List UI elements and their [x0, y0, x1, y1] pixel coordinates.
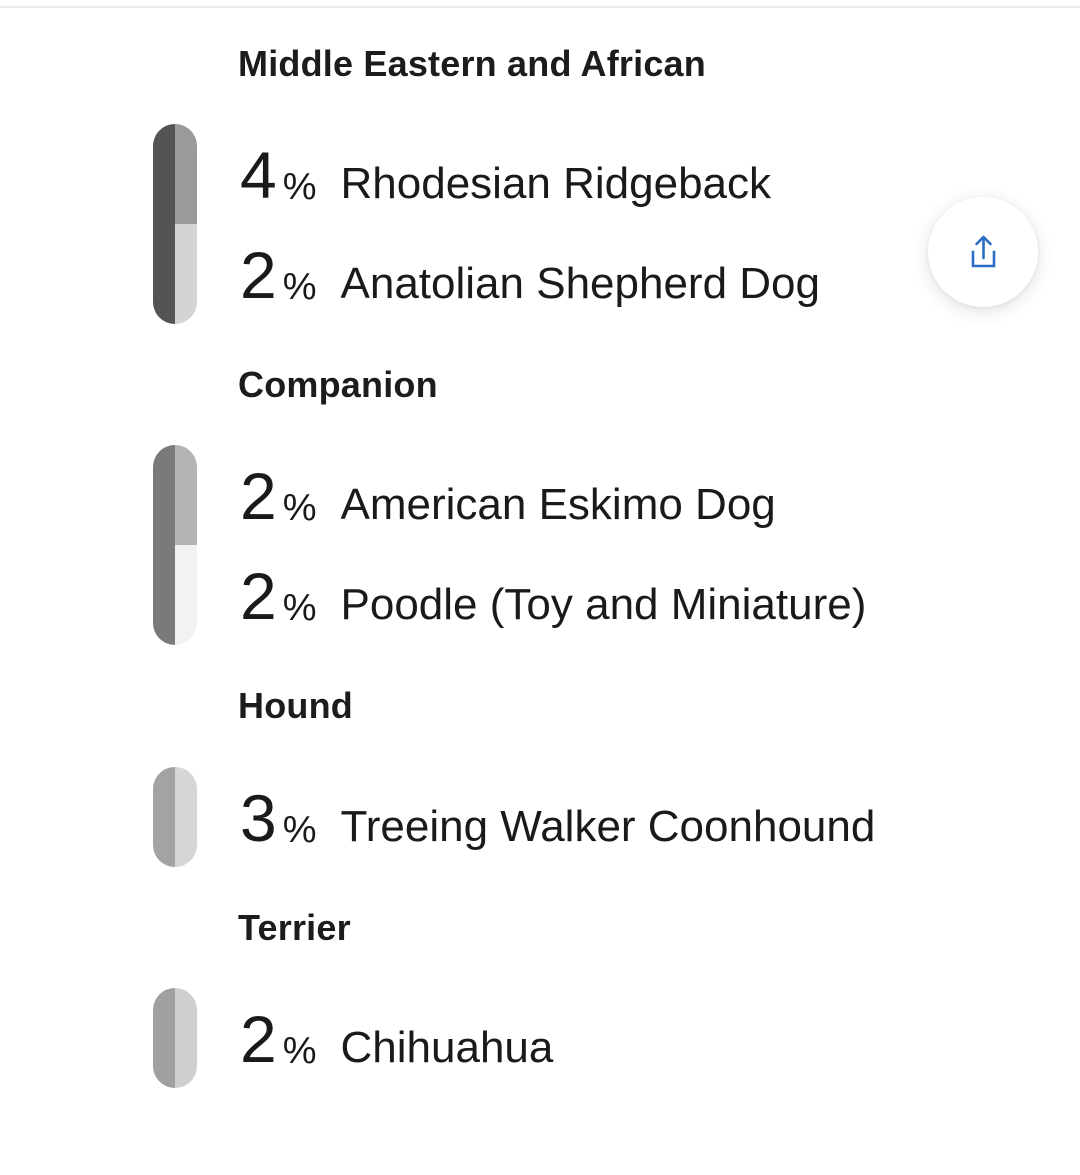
- share-icon: [971, 235, 996, 268]
- breed-name: Chihuahua: [340, 1023, 554, 1072]
- top-divider: [0, 6, 1080, 8]
- bar-segment-american-eskimo: [175, 445, 197, 545]
- breed-row-poodle[interactable]: 2 % Poodle (Toy and Miniature): [240, 549, 866, 629]
- bar-breed-segments: [175, 445, 197, 645]
- breed-row-treeing-walker[interactable]: 3 % Treeing Walker Coonhound: [240, 771, 875, 851]
- bar-segment-chihuahua: [175, 988, 197, 1088]
- breed-name: Treeing Walker Coonhound: [340, 802, 876, 851]
- breed-percent: 2: [240, 1002, 277, 1076]
- group-title-terrier: Terrier: [238, 907, 351, 948]
- ancestry-bar-companion: [153, 445, 197, 645]
- bar-segment-treeing-walker: [175, 767, 197, 867]
- group-title-hound: Hound: [238, 685, 353, 726]
- breed-row-rhodesian-ridgeback[interactable]: 4 % Rhodesian Ridgeback: [240, 128, 771, 208]
- ancestry-bar-hound: [153, 767, 197, 867]
- percent-sign: %: [282, 587, 317, 629]
- ancestry-bar-terrier: [153, 988, 197, 1088]
- breed-row-chihuahua[interactable]: 2 % Chihuahua: [240, 992, 553, 1072]
- percent-sign: %: [282, 166, 317, 208]
- share-button[interactable]: [928, 197, 1038, 307]
- breed-percent: 3: [240, 781, 277, 855]
- percent-sign: %: [282, 266, 317, 308]
- group-title-companion: Companion: [238, 364, 438, 405]
- breed-percent: 4: [240, 138, 277, 212]
- breed-percent: 2: [240, 238, 277, 312]
- bar-group-fill: [153, 124, 175, 324]
- breed-name: Anatolian Shepherd Dog: [340, 259, 820, 308]
- bar-breed-segments: [175, 988, 197, 1088]
- breed-name: Poodle (Toy and Miniature): [340, 580, 867, 629]
- breed-name: American Eskimo Dog: [340, 480, 776, 529]
- group-title-middle-eastern-african: Middle Eastern and African: [238, 43, 706, 84]
- bar-group-fill: [153, 988, 175, 1088]
- breed-percent: 2: [240, 459, 277, 533]
- bar-segment-poodle: [175, 545, 197, 645]
- bar-breed-segments: [175, 767, 197, 867]
- bar-group-fill: [153, 445, 175, 645]
- breed-percent: 2: [240, 559, 277, 633]
- percent-sign: %: [282, 809, 317, 851]
- breed-row-american-eskimo[interactable]: 2 % American Eskimo Dog: [240, 449, 776, 529]
- bar-breed-segments: [175, 124, 197, 324]
- breed-row-anatolian-shepherd[interactable]: 2 % Anatolian Shepherd Dog: [240, 228, 820, 308]
- breed-name: Rhodesian Ridgeback: [340, 159, 772, 208]
- bar-segment-rhodesian-ridgeback: [175, 124, 197, 224]
- ancestry-bar-middle-eastern-african: [153, 124, 197, 324]
- bar-segment-anatolian-shepherd: [175, 224, 197, 324]
- bar-group-fill: [153, 767, 175, 867]
- percent-sign: %: [282, 487, 317, 529]
- percent-sign: %: [282, 1030, 317, 1072]
